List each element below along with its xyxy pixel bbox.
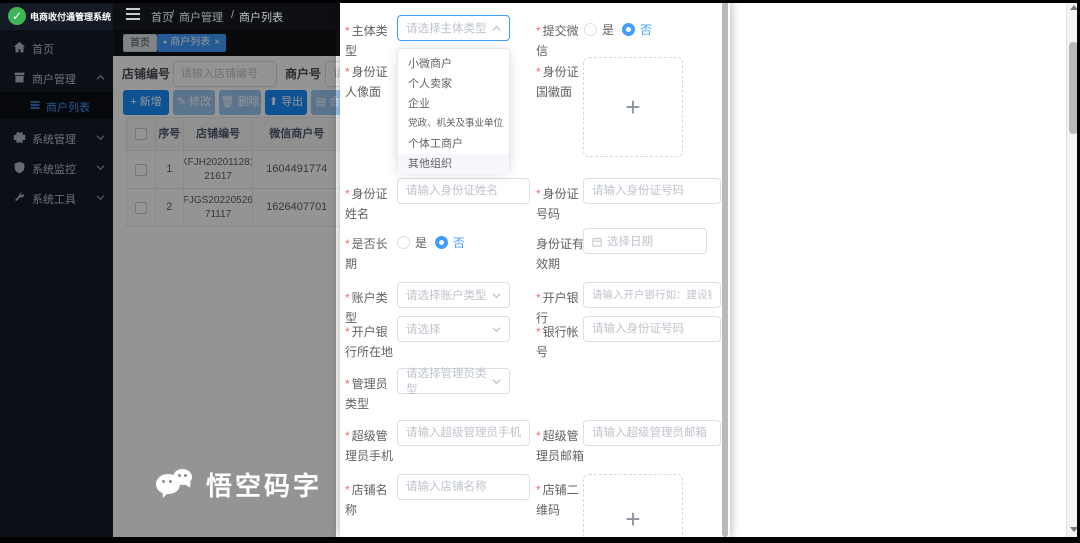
app-screen: ✓ 电商收付通管理系统 首页 商户管理 商户列表 系统管理 系统监控 系统工具 xyxy=(0,0,1080,543)
breadcrumb-merchant-list: 商户列表 xyxy=(239,12,283,24)
chevron-up-icon xyxy=(492,24,501,33)
submit-wechat-label: 提交微信 xyxy=(536,17,584,61)
id-validity-label: 身份证有效期 xyxy=(536,237,585,271)
long-term-no-radio[interactable]: 否 xyxy=(435,234,465,251)
breadcrumb-sep: / xyxy=(231,9,235,21)
bank-account-label: 银行帐号 xyxy=(536,318,584,362)
dropdown-option[interactable]: 小微商户 xyxy=(398,54,509,74)
dropdown-option[interactable]: 个人卖家 xyxy=(398,74,509,94)
shop-name-label: 店铺名称 xyxy=(345,476,397,520)
chevron-down-icon xyxy=(492,325,501,334)
subject-type-dropdown: 小微商户 个人卖家 企业 党政、机关及事业单位 个体工商户 其他组织 xyxy=(397,48,510,174)
account-type-select[interactable]: 请选择账户类型 xyxy=(397,282,510,308)
submit-wechat-yes-radio[interactable]: 是 xyxy=(584,21,614,38)
admin-email-input[interactable] xyxy=(583,420,721,446)
app-title: 电商收付通管理系统 xyxy=(30,12,112,22)
modal-overlay xyxy=(0,30,336,537)
dropdown-option[interactable]: 企业 xyxy=(398,94,509,114)
shop-qr-upload[interactable]: + xyxy=(583,474,683,537)
submit-wechat-no-radio[interactable]: 否 xyxy=(622,21,652,38)
admin-type-label: 管理员类型 xyxy=(345,370,397,414)
id-number-label: 身份证号码 xyxy=(536,180,584,224)
watermark-text: 悟空码字 xyxy=(206,471,323,501)
wechat-icon xyxy=(156,468,196,502)
subject-type-select[interactable]: 请选择主体类型 xyxy=(397,15,510,41)
breadcrumb-merchant-mgmt[interactable]: 商户管理 xyxy=(179,9,223,25)
id-name-input[interactable] xyxy=(397,178,530,204)
breadcrumb-sep: / xyxy=(171,9,175,21)
modal-scrollbar[interactable] xyxy=(722,0,728,537)
chevron-down-icon xyxy=(492,377,501,386)
chevron-down-icon xyxy=(492,291,501,300)
navbar-left: 首页 / 商户管理 / 商户列表 xyxy=(113,0,340,30)
content-right: 捐赠作者 微信群交流 您好！小柒，欢迎登录 银行帐号 店铺名称 申请单号 申请状… xyxy=(0,0,344,537)
bank-name-input[interactable] xyxy=(583,282,721,308)
long-term-yes-radio[interactable]: 是 xyxy=(397,234,427,251)
calendar-icon xyxy=(592,237,602,247)
admin-phone-input[interactable] xyxy=(397,420,530,446)
id-name-label: 身份证姓名 xyxy=(345,180,397,224)
merchant-form-modal: 主体类型 请选择主体类型 提交微信 是 否 身份证人像面 + 身份证国徽面 + … xyxy=(340,0,730,537)
admin-type-select[interactable]: 请选择管理员类型 xyxy=(397,368,510,396)
admin-phone-label: 超级管理员手机 xyxy=(345,422,397,466)
shop-qr-label: 店铺二维码 xyxy=(536,476,584,520)
bank-area-label: 开户银行所在地 xyxy=(345,318,397,362)
subject-type-label: 主体类型 xyxy=(345,17,397,61)
id-portrait-label: 身份证人像面 xyxy=(345,58,397,102)
app-logo-icon: ✓ xyxy=(8,7,26,25)
bank-area-select[interactable]: 请选择 xyxy=(397,316,510,342)
hamburger-icon[interactable] xyxy=(126,8,140,20)
id-emblem-label: 身份证国徽面 xyxy=(536,58,584,102)
admin-email-label: 超级管理员邮箱 xyxy=(536,422,584,466)
dropdown-option[interactable]: 个体工商户 xyxy=(398,134,509,154)
watermark: 悟空码字 xyxy=(156,466,322,503)
frame-bottom xyxy=(0,537,1080,543)
shop-name-input[interactable] xyxy=(397,474,530,500)
id-validity-date-picker[interactable]: 选择日期 xyxy=(583,228,707,254)
dropdown-option-hover[interactable]: 其他组织 xyxy=(398,154,509,174)
breadcrumb-home[interactable]: 首页 xyxy=(151,9,173,25)
bank-account-input[interactable] xyxy=(583,316,721,342)
id-emblem-upload[interactable]: + xyxy=(583,57,683,157)
dropdown-option[interactable]: 党政、机关及事业单位 xyxy=(398,114,509,134)
id-number-input[interactable] xyxy=(583,178,721,204)
frame-top xyxy=(0,0,1080,3)
long-term-label: 是否长期 xyxy=(345,230,397,274)
